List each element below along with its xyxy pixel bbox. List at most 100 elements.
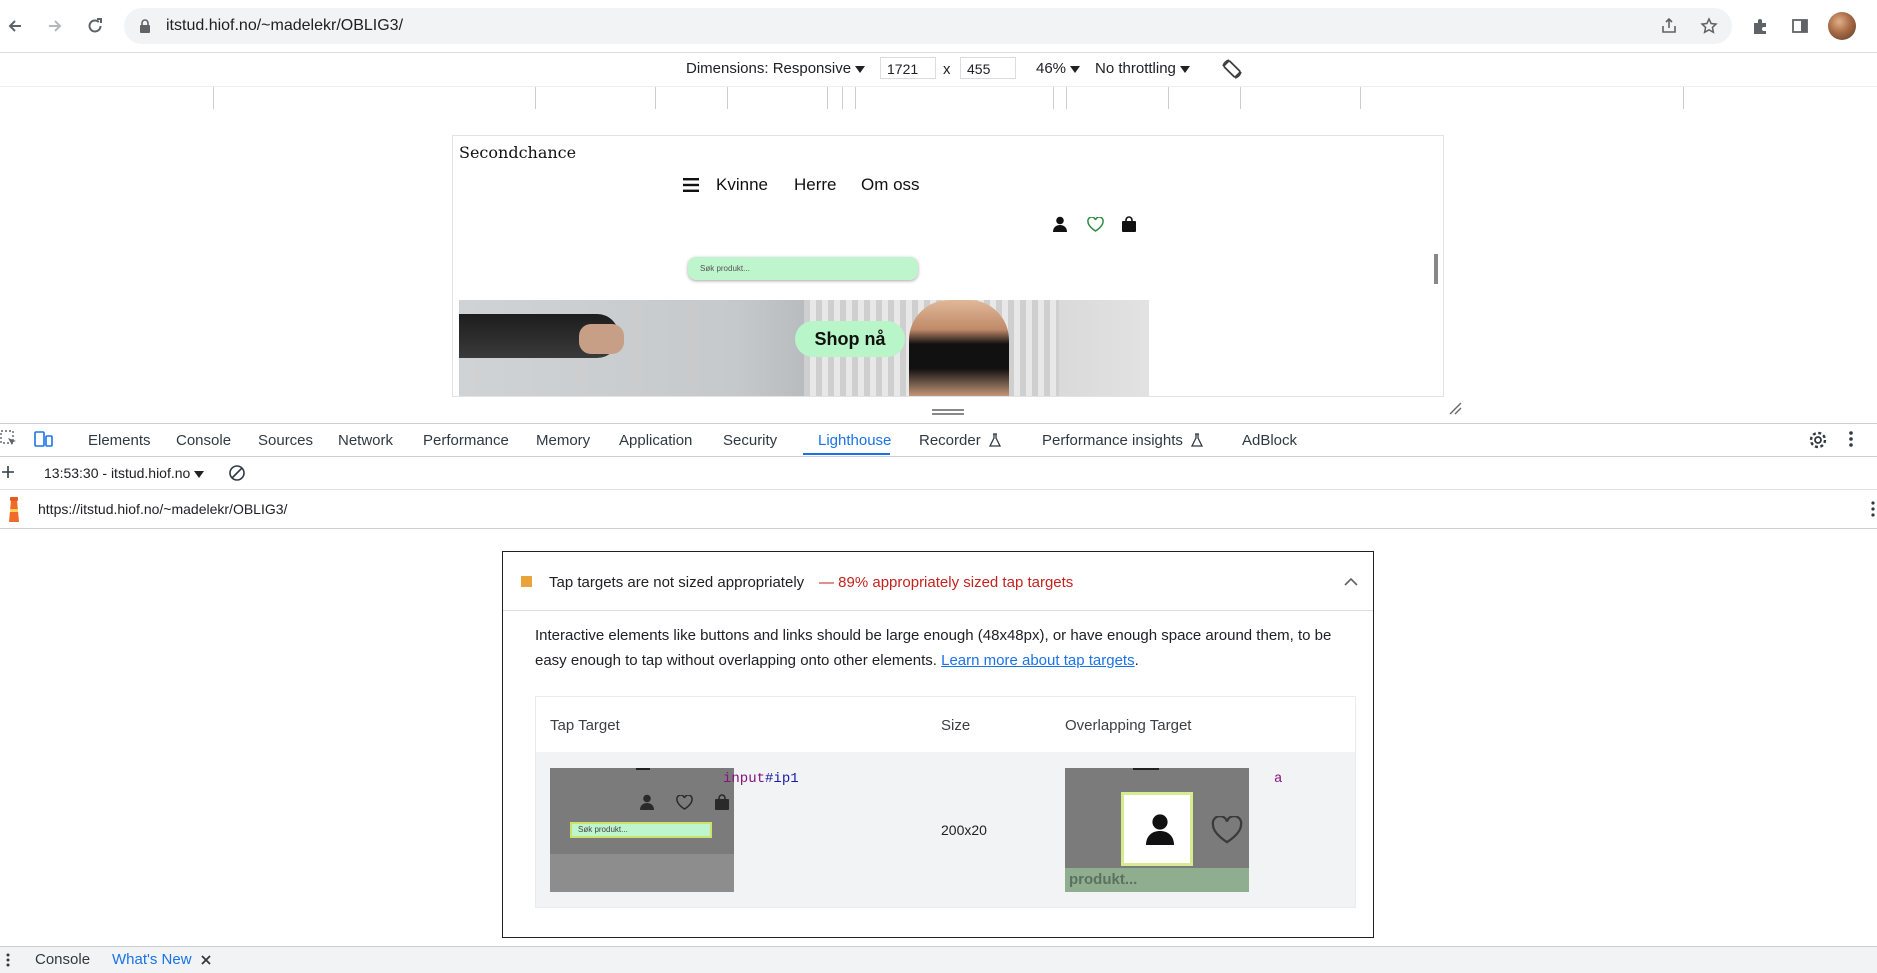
caret-down-icon <box>855 65 866 73</box>
tap-target-screenshot[interactable]: Søk produkt... <box>550 768 734 892</box>
clear-all-icon[interactable] <box>228 464 246 482</box>
tab-network[interactable]: Network <box>338 432 393 449</box>
site-search-input[interactable]: Søk produkt... <box>688 257 918 280</box>
site-logo[interactable]: Secondchance <box>459 143 576 162</box>
report-select-dropdown[interactable]: 13:53:30 - itstud.hiof.no <box>44 465 205 481</box>
overlapping-target-screenshot[interactable]: produkt... <box>1065 768 1249 892</box>
nav-link-herre[interactable]: Herre <box>794 175 837 195</box>
ruler-marker[interactable] <box>1053 87 1054 109</box>
tab-console[interactable]: Console <box>176 432 231 449</box>
url-text[interactable]: itstud.hiof.no/~madelekr/OBLIG3/ <box>166 17 403 35</box>
tab-elements[interactable]: Elements <box>88 432 151 449</box>
audit-description-text: Interactive elements like buttons and li… <box>535 627 1332 669</box>
rotate-icon[interactable] <box>1220 57 1244 81</box>
tab-performance-insights-label: Performance insights <box>1042 432 1183 449</box>
share-icon[interactable] <box>1660 17 1678 35</box>
address-bar[interactable]: itstud.hiof.no/~madelekr/OBLIG3/ <box>124 8 1732 44</box>
tab-lighthouse[interactable]: Lighthouse <box>818 432 891 449</box>
thumb-nav-fragment <box>636 768 650 770</box>
ruler-marker[interactable] <box>1683 87 1684 109</box>
times-symbol: x <box>943 61 951 78</box>
ruler-marker[interactable] <box>213 87 214 109</box>
hamburger-menu-icon[interactable] <box>683 178 701 194</box>
overlapping-target-node[interactable]: a <box>1274 771 1282 787</box>
audit-description: Interactive elements like buttons and li… <box>535 627 1332 669</box>
star-icon[interactable] <box>1700 17 1718 35</box>
viewport-height-input[interactable]: 455 <box>960 57 1016 79</box>
report-url[interactable]: https://itstud.hiof.no/~madelekr/OBLIG3/ <box>38 501 287 517</box>
back-icon[interactable] <box>2 13 28 39</box>
column-size: Size <box>941 717 971 734</box>
audit-header[interactable]: Tap targets are not sized appropriately … <box>503 552 1373 611</box>
node-tag: input <box>723 771 766 787</box>
ruler-marker[interactable] <box>855 87 856 109</box>
resize-corner-icon[interactable] <box>1448 401 1462 415</box>
ruler-marker[interactable] <box>727 87 728 109</box>
devtools-tabbar: Elements Console Sources Network Perform… <box>0 423 1877 457</box>
resize-handle-bottom[interactable] <box>932 409 964 415</box>
lock-icon[interactable] <box>136 17 154 35</box>
report-select-label: 13:53:30 - itstud.hiof.no <box>44 465 191 481</box>
viewport-width-input[interactable]: 1721 <box>880 57 936 79</box>
highlighted-user-link <box>1121 792 1193 866</box>
shopping-bag-icon[interactable] <box>1122 216 1138 234</box>
flask-icon <box>988 433 1001 451</box>
drawer-tab-whats-new[interactable]: What's New <box>112 951 192 968</box>
close-icon[interactable] <box>200 953 214 967</box>
side-panel-icon[interactable] <box>1787 13 1813 39</box>
ruler-marker[interactable] <box>1240 87 1241 109</box>
heart-icon[interactable] <box>1087 216 1105 233</box>
tab-sources[interactable]: Sources <box>258 432 313 449</box>
resize-handle-right[interactable] <box>1434 254 1438 284</box>
ruler-marker[interactable] <box>1066 87 1067 109</box>
thumb-nav-fragment <box>1133 768 1159 770</box>
ruler-marker[interactable] <box>842 87 843 109</box>
more-options-icon[interactable] <box>1870 500 1876 518</box>
tab-security[interactable]: Security <box>723 432 777 449</box>
tab-adblock[interactable]: AdBlock <box>1242 432 1297 449</box>
shop-now-button[interactable]: Shop nå <box>795 321 905 357</box>
drawer-menu-icon[interactable] <box>6 953 10 967</box>
more-options-icon[interactable] <box>1848 430 1858 450</box>
settings-gear-icon[interactable] <box>1808 430 1828 450</box>
new-report-plus-icon[interactable] <box>1 465 17 481</box>
drawer-tab-console[interactable]: Console <box>35 951 90 968</box>
devtools-drawer: Console What's New <box>0 946 1877 973</box>
nav-link-kvinne[interactable]: Kvinne <box>716 175 768 195</box>
zoom-dropdown[interactable]: 46% <box>1036 60 1081 77</box>
ruler-marker[interactable] <box>655 87 656 109</box>
tab-recorder[interactable]: Recorder <box>919 432 1001 451</box>
ruler-marker[interactable] <box>1168 87 1169 109</box>
profile-avatar[interactable] <box>1828 12 1856 40</box>
device-toggle-icon[interactable] <box>34 430 54 448</box>
tab-memory[interactable]: Memory <box>536 432 590 449</box>
thumb-hero-fragment <box>550 854 734 892</box>
shopping-bag-icon <box>715 794 729 810</box>
extensions-icon[interactable] <box>1747 13 1773 39</box>
tap-targets-table: Tap Target Size Overlapping Target Søk p… <box>535 696 1356 908</box>
dimensions-label: Dimensions: Responsive <box>686 60 852 77</box>
tab-performance[interactable]: Performance <box>423 432 509 449</box>
tap-target-node[interactable]: input#ip1 <box>723 771 799 787</box>
heart-icon <box>676 794 693 810</box>
inspect-element-icon[interactable] <box>0 430 18 448</box>
user-icon[interactable] <box>1053 216 1069 234</box>
throttling-dropdown[interactable]: No throttling <box>1095 60 1190 77</box>
ruler-marker[interactable] <box>1360 87 1361 109</box>
heart-icon <box>1211 814 1243 844</box>
ruler-marker[interactable] <box>827 87 828 109</box>
dimensions-dropdown[interactable]: Dimensions: Responsive <box>686 60 866 77</box>
table-row: Søk produkt... input#ip1 200x20 produkt.… <box>536 752 1355 907</box>
nav-link-om-oss[interactable]: Om oss <box>861 175 920 195</box>
tab-application[interactable]: Application <box>619 432 692 449</box>
chevron-up-icon[interactable] <box>1344 574 1360 588</box>
forward-icon[interactable] <box>42 13 68 39</box>
throttling-label: No throttling <box>1095 60 1176 77</box>
learn-more-link[interactable]: Learn more about tap targets <box>941 652 1134 669</box>
reload-icon[interactable] <box>82 13 108 39</box>
ruler-marker[interactable] <box>535 87 536 109</box>
average-score-icon <box>521 576 532 587</box>
flask-icon <box>1191 433 1204 451</box>
lighthouse-logo-icon <box>4 496 24 522</box>
tab-performance-insights[interactable]: Performance insights <box>1042 432 1204 451</box>
